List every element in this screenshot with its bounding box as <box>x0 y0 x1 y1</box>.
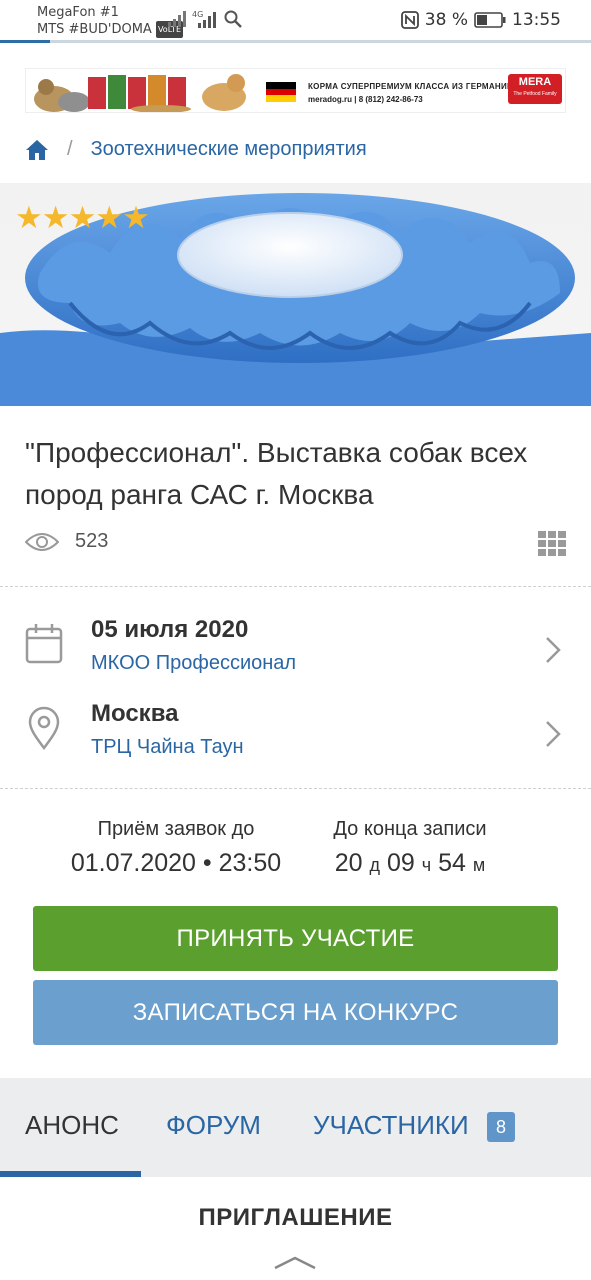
grid-view-icon[interactable] <box>538 531 566 557</box>
event-date-row[interactable]: 05 июля 2020 МКОО Профессионал <box>0 616 591 696</box>
carrier-1: MegaFon #1 <box>37 5 119 20</box>
breadcrumb: / Зоотехнические мероприятия <box>25 138 367 161</box>
breadcrumb-category-link[interactable]: Зоотехнические мероприятия <box>91 138 367 161</box>
chevron-right-icon <box>546 721 561 747</box>
rating-stars: ★★★★★ <box>15 200 150 235</box>
ad-logo-tagline: The Petfood Family <box>513 91 557 97</box>
contest-signup-button[interactable]: ЗАПИСАТЬСЯ НА КОНКУРС <box>33 980 558 1045</box>
registration-deadline: Приём заявок до 01.07.2020 • 23:50 <box>60 818 292 878</box>
countdown-hours-unit: ч <box>421 855 432 875</box>
countdown-minutes-unit: м <box>472 855 486 875</box>
event-location-row[interactable]: Москва ТРЦ Чайна Таун <box>0 700 591 780</box>
eye-icon <box>25 532 59 551</box>
participants-count-badge: 8 <box>487 1112 515 1142</box>
countdown-value: 20 д 09 ч 54 м <box>312 849 508 878</box>
carrier-info: MegaFon #1 MTS #BUD'DOMA VoLTE <box>37 4 183 38</box>
countdown-hours: 09 <box>386 849 415 877</box>
event-city: Москва <box>91 700 179 727</box>
nfc-icon <box>400 11 419 29</box>
event-date: 05 июля 2020 <box>91 616 249 643</box>
event-title: "Профессионал". Выставка собак всех поро… <box>25 437 528 510</box>
ad-logo-text: MERA <box>518 76 552 88</box>
ad-headline: КОРМА СУПЕРПРЕМИУМ КЛАССА ИЗ ГЕРМАНИИ <box>308 82 514 91</box>
signal-4g-icon: 4G <box>192 10 216 28</box>
deadline-value: 01.07.2020 • 23:50 <box>70 849 282 877</box>
tab-forum[interactable]: ФОРУМ <box>166 1110 261 1141</box>
signal-icon <box>168 11 186 27</box>
divider <box>0 788 591 789</box>
ad-logo: MERA The Petfood Family <box>508 74 562 104</box>
views-count: 523 <box>75 530 109 552</box>
location-pin-icon <box>28 706 60 750</box>
breadcrumb-separator: / <box>67 138 73 160</box>
content-tabs: АНОНС ФОРУМ УЧАСТНИКИ 8 <box>0 1078 591 1177</box>
venue-link[interactable]: ТРЦ Чайна Таун <box>91 736 244 759</box>
ad-contacts: meradog.ru | 8 (812) 242-86-73 <box>308 95 423 104</box>
pet-food-image <box>34 74 246 112</box>
battery-percent: 38 % <box>424 10 468 30</box>
registration-countdown: До конца записи 20 д 09 ч 54 м <box>312 818 508 878</box>
carrier-2: MTS #BUD'DOMA <box>37 22 152 37</box>
countdown-days-unit: д <box>369 855 381 875</box>
battery-icon <box>474 12 506 28</box>
status-right: 38 % 13:55 <box>400 10 561 30</box>
signal-icons: 4G <box>168 10 242 28</box>
germany-flag-icon <box>266 82 296 102</box>
chevron-up-icon[interactable] <box>273 1256 317 1270</box>
participate-button[interactable]: ПРИНЯТЬ УЧАСТИЕ <box>33 906 558 971</box>
calendar-icon <box>25 624 63 664</box>
search-icon <box>224 10 242 28</box>
section-title: ПРИГЛАШЕНИЕ <box>198 1204 393 1231</box>
views-counter: 523 <box>25 530 108 553</box>
countdown-days: 20 <box>334 849 363 877</box>
deadline-label: Приём заявок до <box>97 818 255 840</box>
clock: 13:55 <box>512 10 561 30</box>
page-loading-bar <box>0 40 591 43</box>
active-tab-indicator <box>0 1171 141 1177</box>
tab-participants[interactable]: УЧАСТНИКИ <box>313 1110 469 1141</box>
chevron-right-icon <box>546 637 561 663</box>
home-icon[interactable] <box>25 139 49 161</box>
countdown-label: До конца записи <box>333 818 487 840</box>
countdown-minutes: 54 <box>438 849 466 877</box>
organizer-link[interactable]: МКОО Профессионал <box>91 652 296 675</box>
tab-announcement[interactable]: АНОНС <box>25 1110 119 1141</box>
divider <box>0 586 591 587</box>
ad-banner[interactable]: КОРМА СУПЕРПРЕМИУМ КЛАССА ИЗ ГЕРМАНИИ me… <box>25 68 566 113</box>
status-bar: MegaFon #1 MTS #BUD'DOMA VoLTE 4G 38 % 1… <box>0 0 591 42</box>
svg-text:4G: 4G <box>192 10 203 19</box>
